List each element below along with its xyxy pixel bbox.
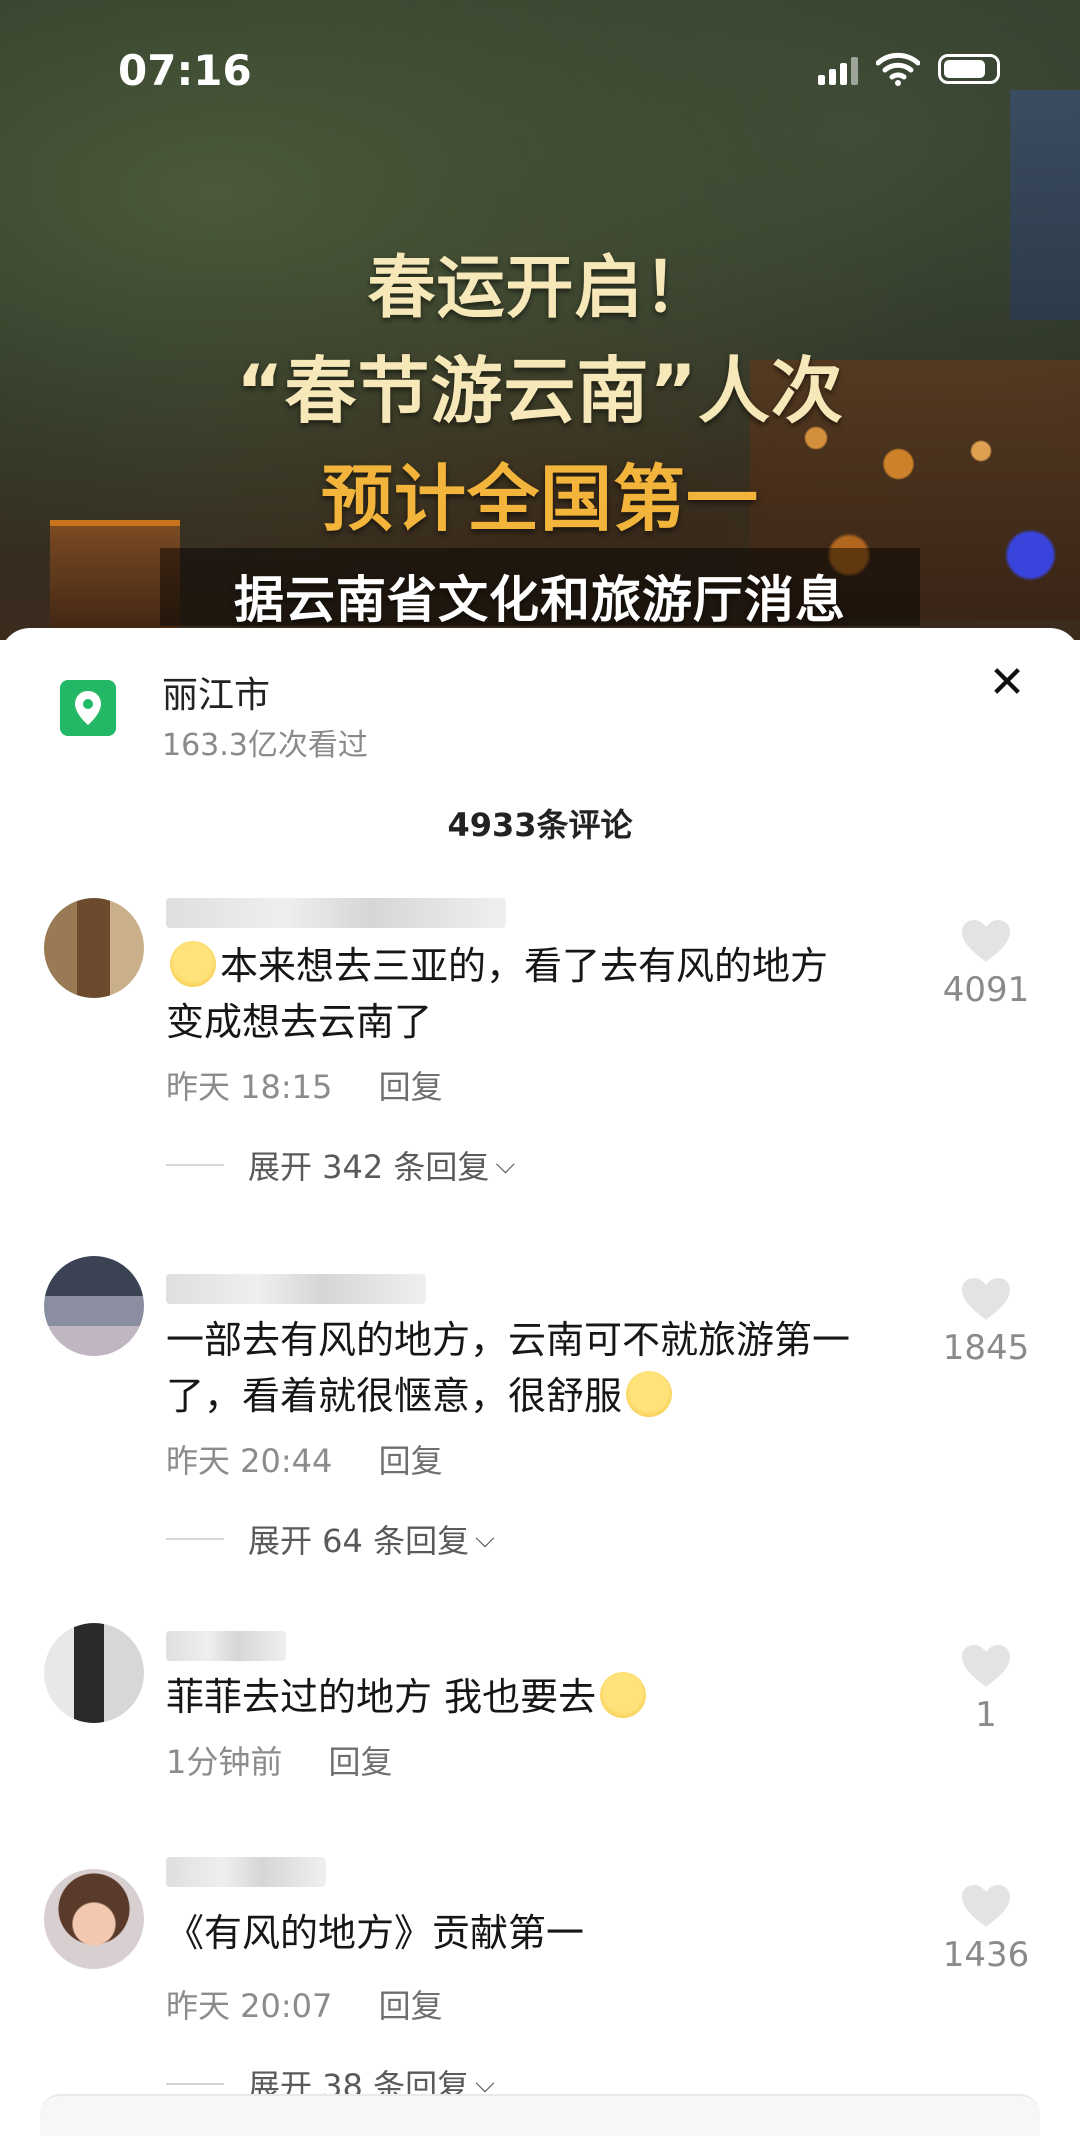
expand-replies-button[interactable]: 展开 342 条回复 ⌵ [166, 1142, 515, 1188]
like-button[interactable]: 1 [936, 1643, 1036, 1735]
like-count: 1436 [942, 1935, 1030, 1975]
chevron-down-icon: ⌵ [475, 1523, 495, 1554]
avatar[interactable] [44, 1256, 144, 1356]
comment-text: 本来想去三亚的，看了去有风的地方 变成想去云南了 [166, 938, 926, 1050]
video-preview[interactable]: 07:16 春运开启！ “春节游云南”人次 预计全国第一 据云南省文化和旅游厅消… [0, 0, 1080, 640]
username-blurred[interactable] [166, 1857, 326, 1887]
reply-button[interactable]: 回复 [329, 1743, 393, 1781]
reply-button[interactable]: 回复 [379, 1068, 443, 1106]
comment-text: 《有风的地方》贡献第一 [166, 1911, 585, 1955]
divider [166, 1538, 224, 1540]
expand-replies-label: 展开 64 条回复 [248, 1522, 470, 1560]
status-time: 07:16 [118, 46, 252, 95]
username-blurred[interactable] [166, 898, 506, 928]
heart-icon [962, 920, 1010, 962]
video-subtitle: 据云南省文化和旅游厅消息 [234, 571, 846, 629]
like-count: 1 [975, 1695, 997, 1735]
comment-time: 昨天 20:07 [166, 1987, 333, 2025]
like-count: 1845 [942, 1328, 1030, 1368]
comment-input-bar[interactable] [40, 2094, 1040, 2136]
heart-icon [962, 1645, 1010, 1687]
crying-laughing-emoji-icon [170, 941, 216, 987]
comments-sheet: 丽江市 163.3亿次看过 ✕ 4933条评论 本来想去三亚的，看了去有风的地方… [0, 628, 1080, 2136]
comment-text: 菲菲去过的地方 我也要去 [166, 1669, 926, 1725]
video-headline-3: 预计全国第一 [320, 457, 759, 541]
reply-button[interactable]: 回复 [379, 1442, 443, 1480]
video-headline-1: 春运开启！ [367, 249, 713, 328]
comment-time: 1分钟前 [166, 1743, 283, 1781]
avatar[interactable] [44, 898, 144, 998]
heart-icon [962, 1885, 1010, 1927]
heart-icon [962, 1278, 1010, 1320]
video-headline-2: “春节游云南”人次 [236, 349, 844, 433]
map-pin-icon[interactable] [60, 680, 116, 736]
like-button[interactable]: 1845 [936, 1276, 1036, 1368]
close-icon[interactable]: ✕ [982, 658, 1032, 708]
expand-replies-label: 展开 342 条回复 [248, 1148, 490, 1186]
comment-meta: 1分钟前 回复 [166, 1737, 393, 1783]
reply-button[interactable]: 回复 [379, 1987, 443, 2025]
comment-meta: 昨天 20:44 回复 [166, 1436, 443, 1482]
username-blurred[interactable] [166, 1274, 426, 1304]
smile-emoji-icon [626, 1371, 673, 1417]
comment-text: 一部去有风的地方，云南可不就旅游第一 了，看着就很惬意，很舒服 [166, 1318, 851, 1418]
comment-meta: 昨天 20:07 回复 [166, 1981, 443, 2027]
like-button[interactable]: 4091 [936, 918, 1036, 1010]
avatar[interactable] [44, 1623, 144, 1723]
divider [166, 2083, 224, 2085]
like-button[interactable]: 1436 [936, 1883, 1036, 1975]
like-count: 4091 [942, 970, 1030, 1010]
comment-count: 4933条评论 [447, 806, 633, 844]
location-views: 163.3亿次看过 [162, 728, 368, 763]
chevron-down-icon: ⌵ [495, 1149, 516, 1180]
location-name[interactable]: 丽江市 [162, 666, 270, 718]
wifi-icon [876, 52, 920, 86]
comment-time: 昨天 18:15 [166, 1068, 333, 1106]
signal-icon [818, 53, 858, 85]
status-icons [818, 52, 1000, 86]
divider [166, 1164, 224, 1166]
avatar[interactable] [44, 1869, 144, 1969]
battery-icon [938, 54, 1000, 84]
username-blurred[interactable] [166, 1631, 286, 1661]
comment-time: 昨天 20:44 [166, 1442, 333, 1480]
pleading-emoji-icon [600, 1672, 647, 1718]
expand-replies-button[interactable]: 展开 64 条回复 ⌵ [166, 1516, 495, 1562]
comment-meta: 昨天 18:15 回复 [166, 1062, 443, 1108]
